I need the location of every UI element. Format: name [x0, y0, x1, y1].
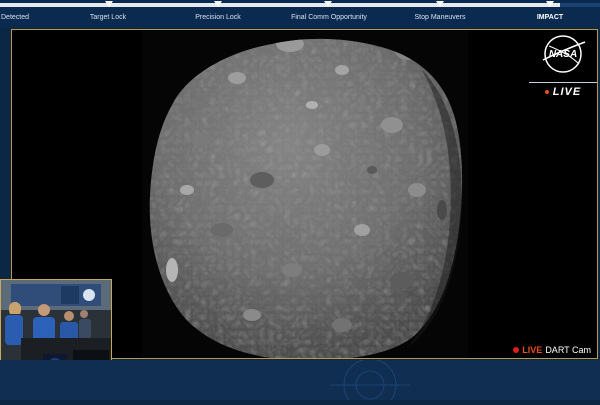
milestone-detected: Detected [1, 14, 30, 21]
timeline-marker-precision-lock [214, 1, 222, 7]
asteroid-image [142, 30, 468, 358]
timeline-marker-stop-maneuvers [436, 1, 444, 7]
live-indicator-dot [544, 90, 549, 94]
milestone-impact: IMPACT [536, 14, 564, 21]
timeline-track-remaining [560, 3, 600, 7]
timeline-marker-impact [546, 1, 554, 7]
timeline-track [0, 3, 560, 7]
recording-dot-icon [513, 347, 520, 353]
timeline-marker-final-comm [324, 1, 332, 7]
live-badge-text: LIVE [552, 86, 582, 98]
milestone-target-lock: Target Lock [89, 14, 127, 21]
camera-name: DART Cam [545, 345, 591, 355]
milestone-precision-lock: Precision Lock [195, 14, 241, 21]
nasa-logo: NASA [542, 35, 586, 73]
live-badge: LIVE [529, 82, 597, 101]
camera-caption: LIVE DART Cam [513, 345, 591, 355]
mission-timeline: Detected Target Lock Precision Lock Fina… [0, 0, 600, 28]
bottom-graphic-strip [0, 358, 600, 405]
bottom-decoration [330, 358, 410, 405]
camera-live-label: LIVE [522, 345, 543, 355]
milestone-final-comm: Final Comm Opportunity [291, 14, 367, 21]
milestone-stop-maneuvers: Stop Maneuvers [414, 14, 466, 21]
timeline-marker-target-lock [105, 1, 113, 7]
nasa-logo-text: NASA [549, 49, 577, 60]
